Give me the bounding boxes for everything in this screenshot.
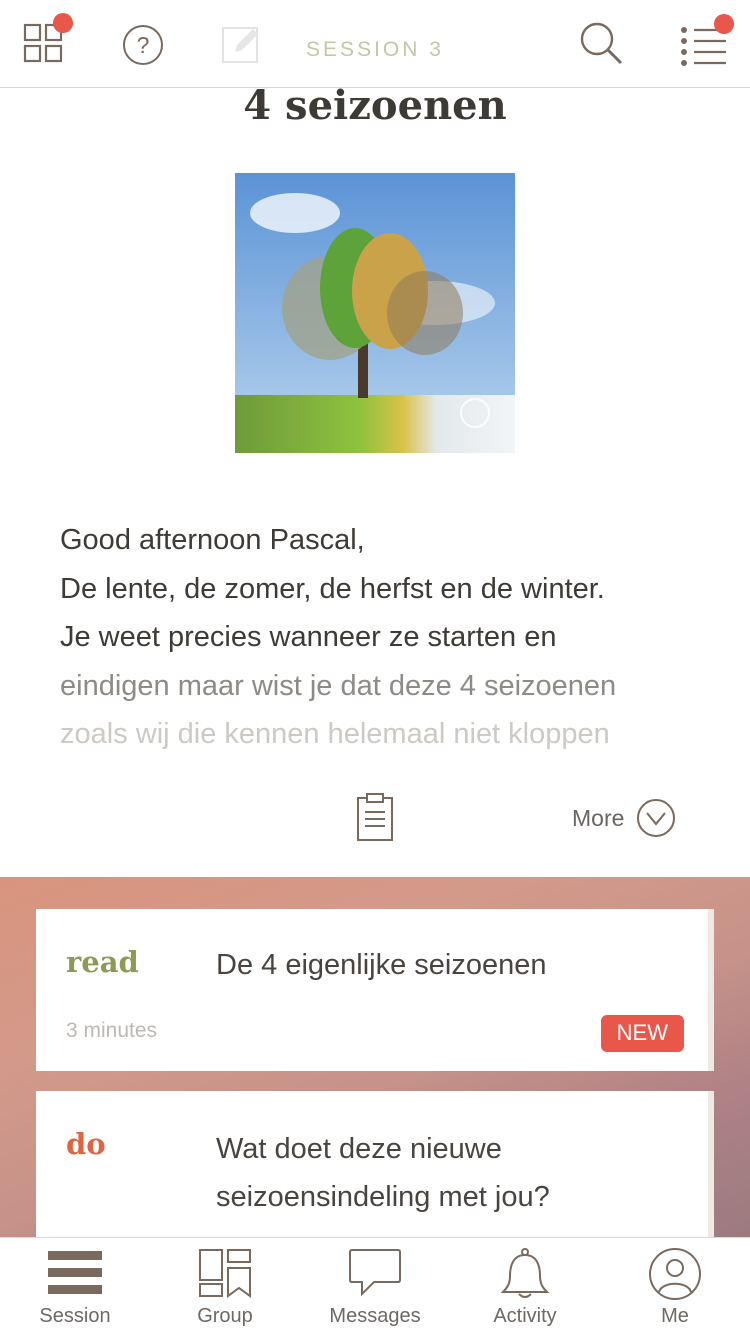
nav-label: Group xyxy=(197,1305,253,1327)
nav-label: Session xyxy=(39,1305,111,1327)
session-title: 4 seizoenen xyxy=(243,82,507,129)
new-badge: NEW xyxy=(600,1015,684,1052)
messages-icon xyxy=(349,1249,401,1297)
profile-icon xyxy=(649,1248,701,1300)
nav-label: Activity xyxy=(493,1305,557,1327)
more-label: More xyxy=(572,804,625,831)
top-bar: ? SESSION 3 xyxy=(0,0,750,88)
nav-activity[interactable]: Activity xyxy=(450,1238,600,1334)
nav-me[interactable]: Me xyxy=(600,1238,750,1334)
session-label: SESSION 3 xyxy=(306,38,444,61)
intro-line: zoals wij die kennen helemaal niet klopp… xyxy=(60,718,610,750)
intro-text: Good afternoon Pascal, De lente, de zome… xyxy=(60,516,700,759)
intro-line: eindigen maar wist je dat deze 4 seizoen… xyxy=(60,669,617,702)
question-icon: ? xyxy=(123,25,163,65)
more-button[interactable]: More xyxy=(572,798,676,838)
pencil-icon xyxy=(222,27,258,63)
notification-dot xyxy=(714,14,734,34)
intro-line: Je weet precies wanneer ze starten en xyxy=(60,621,557,653)
activity-card[interactable]: do Wat doet deze nieuwe seizoensindeling… xyxy=(36,1091,714,1237)
list-menu-button[interactable] xyxy=(680,14,734,68)
nav-label: Messages xyxy=(329,1305,421,1327)
activity-duration: 3 minutes xyxy=(66,1019,158,1042)
activity-kind: do xyxy=(66,1127,106,1161)
intro-line: Good afternoon Pascal, xyxy=(60,524,365,556)
notification-dot xyxy=(53,13,73,33)
chevron-down-icon xyxy=(637,799,676,837)
four-seasons-tree-image xyxy=(235,173,515,453)
session-icon xyxy=(48,1251,102,1294)
hero-image[interactable] xyxy=(235,173,515,453)
activities-section: read De 4 eigenlijke seizoenen 3 minutes… xyxy=(0,877,750,1237)
help-button[interactable]: ? xyxy=(122,24,164,71)
edit-button[interactable] xyxy=(221,22,263,69)
intro-line: De lente, de zomer, de herfst en de wint… xyxy=(60,572,605,605)
clipboard-button[interactable] xyxy=(356,792,394,847)
nav-session[interactable]: Session xyxy=(0,1238,150,1334)
activity-title: De 4 eigenlijke seizoenen xyxy=(216,949,547,981)
nav-group[interactable]: Group xyxy=(150,1238,300,1334)
group-icon xyxy=(199,1249,251,1298)
activity-card[interactable]: read De 4 eigenlijke seizoenen 3 minutes… xyxy=(36,909,714,1071)
search-button[interactable] xyxy=(578,20,624,71)
search-icon xyxy=(580,22,623,65)
clipboard-icon xyxy=(357,793,393,841)
nav-messages[interactable]: Messages xyxy=(300,1238,450,1334)
activity-kind: read xyxy=(66,945,139,979)
bell-icon xyxy=(500,1248,550,1298)
nav-label: Me xyxy=(661,1305,689,1327)
svg-text:?: ? xyxy=(137,32,150,58)
grid-menu-button[interactable] xyxy=(22,13,73,66)
activity-title: Wat doet deze nieuwe seizoensindeling me… xyxy=(216,1133,550,1213)
bottom-nav: Session Group Messages Activity Me xyxy=(0,1237,750,1334)
